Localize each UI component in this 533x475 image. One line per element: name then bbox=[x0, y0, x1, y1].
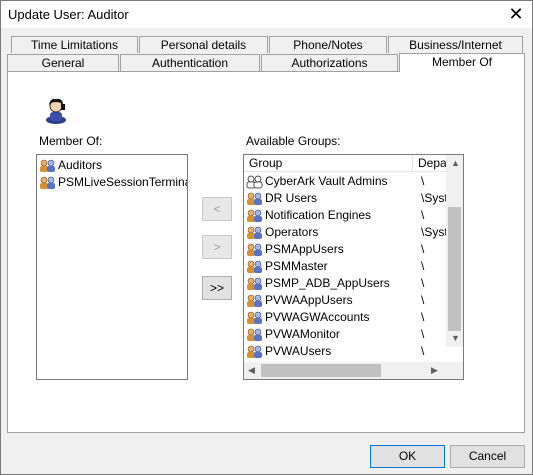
column-header-department[interactable]: Depa bbox=[413, 155, 446, 172]
available-groups-list[interactable]: Group Depa CyberArk Vault Admins \ DR User… bbox=[243, 154, 464, 380]
tab-time-limitations[interactable]: Time Limitations bbox=[11, 36, 138, 53]
group-name: PSMAppUsers bbox=[265, 242, 344, 256]
group-name: PVWAAppUsers bbox=[265, 293, 353, 307]
column-header-group[interactable]: Group bbox=[244, 155, 413, 172]
group-department: \Syst bbox=[421, 225, 448, 239]
scroll-down-arrow[interactable]: ▼ bbox=[451, 333, 460, 343]
group-icon bbox=[246, 175, 263, 188]
close-button[interactable]: ✕ bbox=[500, 1, 532, 28]
table-row[interactable]: PVWAUsers \ bbox=[246, 343, 446, 360]
horizontal-scrollbar[interactable]: ◀ ▶ bbox=[244, 362, 446, 379]
scroll-right-arrow[interactable]: ▶ bbox=[431, 365, 438, 376]
group-name: PSMP_ADB_AppUsers bbox=[265, 276, 390, 290]
list-item[interactable]: PSMLiveSessionTermina... bbox=[39, 174, 188, 191]
member-of-list[interactable]: Auditors PSMLiveSessionTermina... bbox=[36, 154, 188, 380]
list-item[interactable]: Auditors bbox=[39, 157, 102, 174]
tab-authorizations[interactable]: Authorizations bbox=[261, 54, 398, 71]
group-name: Operators bbox=[265, 225, 319, 239]
group-name: Notification Engines bbox=[265, 208, 372, 222]
group-icon bbox=[40, 159, 55, 172]
group-name: PVWAUsers bbox=[265, 344, 332, 358]
group-department: \ bbox=[421, 242, 425, 256]
table-row[interactable]: PSMAppUsers \ bbox=[246, 241, 446, 258]
group-department: \ bbox=[421, 276, 425, 290]
group-icon bbox=[247, 311, 262, 324]
group-icon bbox=[247, 192, 262, 205]
member-name: Auditors bbox=[58, 158, 103, 172]
cancel-button[interactable]: Cancel bbox=[450, 445, 525, 468]
group-department: \Syst bbox=[421, 191, 448, 205]
remove-button[interactable]: < bbox=[202, 197, 232, 221]
scroll-left-arrow[interactable]: ◀ bbox=[248, 365, 255, 376]
table-row[interactable]: Operators \Syst bbox=[246, 224, 448, 241]
group-name: PSMMaster bbox=[265, 259, 328, 273]
table-row[interactable]: CyberArk Vault Admins \ bbox=[246, 173, 446, 190]
group-department: \ bbox=[421, 344, 425, 358]
tab-business-internet[interactable]: Business/Internet bbox=[388, 36, 523, 53]
horizontal-scroll-thumb[interactable] bbox=[261, 364, 381, 377]
group-icon bbox=[40, 176, 55, 189]
vertical-scroll-thumb[interactable] bbox=[448, 207, 461, 331]
user-icon bbox=[46, 98, 66, 124]
close-icon: ✕ bbox=[508, 4, 524, 24]
group-icon bbox=[247, 294, 262, 307]
table-row[interactable]: PSMMaster \ bbox=[246, 258, 446, 275]
member-of-label: Member Of: bbox=[39, 134, 103, 148]
ok-button[interactable]: OK bbox=[370, 445, 445, 468]
scrollbar-corner bbox=[446, 362, 463, 379]
tab-general[interactable]: General bbox=[7, 54, 119, 71]
window-title: Update User: Auditor bbox=[8, 7, 129, 22]
add-all-button[interactable]: >> bbox=[202, 276, 232, 300]
group-icon bbox=[247, 226, 262, 239]
group-icon bbox=[247, 277, 262, 290]
group-icon bbox=[247, 328, 262, 341]
dialog-window: Update User: Auditor ✕ Time Limitations … bbox=[0, 0, 533, 475]
group-department: \ bbox=[421, 259, 425, 273]
group-department: \ bbox=[421, 310, 425, 324]
tab-authentication[interactable]: Authentication bbox=[120, 54, 260, 71]
available-groups-label: Available Groups: bbox=[246, 134, 341, 148]
group-name: CyberArk Vault Admins bbox=[265, 174, 388, 188]
member-name: PSMLiveSessionTermina... bbox=[58, 175, 188, 189]
vertical-scrollbar[interactable]: ▲ ▼ bbox=[446, 155, 463, 347]
add-button[interactable]: > bbox=[202, 235, 232, 259]
group-department: \ bbox=[421, 327, 425, 341]
table-row[interactable]: Notification Engines \ bbox=[246, 207, 446, 224]
tab-phone-notes[interactable]: Phone/Notes bbox=[269, 36, 387, 53]
table-row[interactable]: PSMP_ADB_AppUsers \ bbox=[246, 275, 446, 292]
tab-personal-details[interactable]: Personal details bbox=[139, 36, 268, 53]
group-icon bbox=[247, 209, 262, 222]
table-row[interactable]: DR Users \Syst bbox=[246, 190, 448, 207]
tab-member-of[interactable]: Member Of bbox=[399, 53, 525, 72]
group-name: PVWAGWAccounts bbox=[265, 310, 370, 324]
group-icon bbox=[247, 243, 262, 256]
table-row[interactable]: PVWAMonitor \ bbox=[246, 326, 446, 343]
group-department: \ bbox=[421, 208, 425, 222]
group-icon bbox=[247, 260, 262, 273]
title-bar: Update User: Auditor ✕ bbox=[1, 1, 532, 28]
group-name: PVWAMonitor bbox=[265, 327, 340, 341]
group-name: DR Users bbox=[265, 191, 318, 205]
scroll-up-arrow[interactable]: ▲ bbox=[451, 158, 460, 168]
group-department: \ bbox=[421, 293, 425, 307]
group-department: \ bbox=[421, 174, 425, 188]
table-row[interactable]: PVWAAppUsers \ bbox=[246, 292, 446, 309]
member-of-panel: Member Of: Available Groups: Auditors PS… bbox=[7, 71, 525, 433]
table-row[interactable]: PVWAGWAccounts \ bbox=[246, 309, 446, 326]
group-icon bbox=[247, 345, 262, 358]
